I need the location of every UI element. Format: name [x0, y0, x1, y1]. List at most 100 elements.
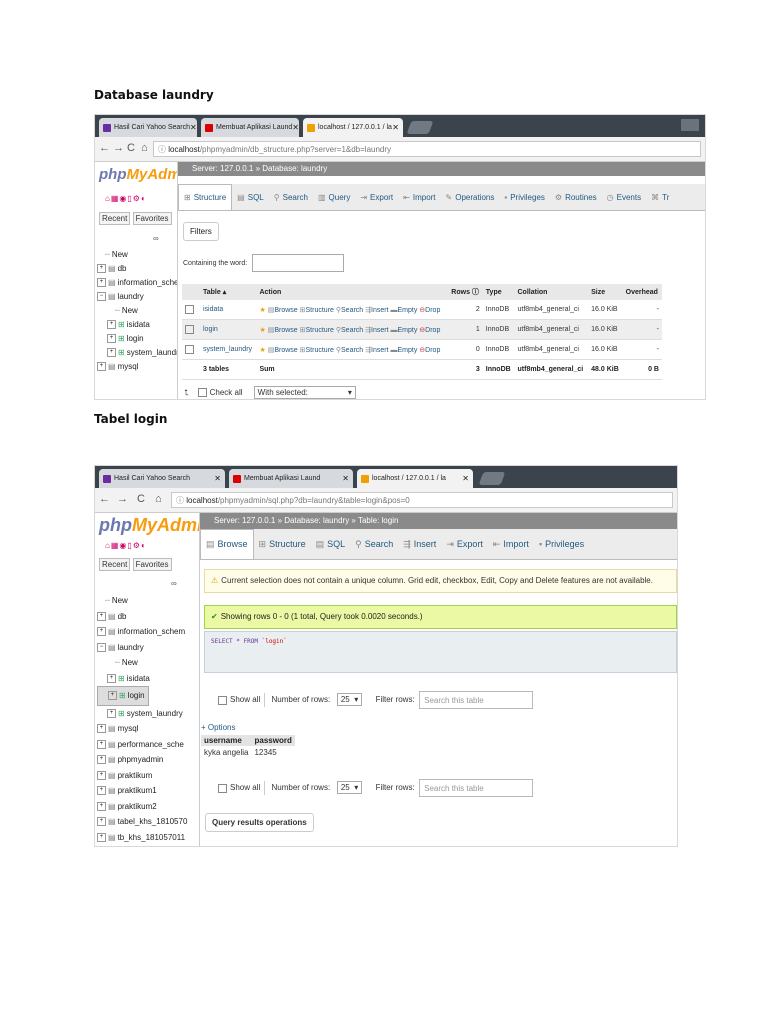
check-all-checkbox[interactable] [197, 388, 207, 398]
show-all-checkbox[interactable] [218, 695, 227, 705]
rows-per-page-select[interactable]: 25 ▾ [336, 781, 363, 795]
structure-action[interactable]: Structure [306, 307, 334, 314]
star-icon[interactable]: ★ [259, 347, 265, 354]
close-icon[interactable]: ✕ [462, 474, 469, 483]
close-icon[interactable]: ✕ [392, 123, 399, 132]
tree-item-new-table[interactable]: ┈ New [97, 655, 187, 671]
browser-tab-localhost[interactable]: localhost / 127.0.0.1 / la ✕ [303, 118, 403, 137]
table-link-login[interactable]: login [203, 326, 218, 333]
tab-sql[interactable]: ▤ SQL [311, 530, 351, 559]
empty-action[interactable]: Empty [398, 327, 418, 334]
empty-action[interactable]: Empty [398, 347, 418, 354]
tree-item-laundry[interactable]: − ▤ laundry [97, 290, 177, 304]
tree-item-mysql[interactable]: + ▤ mysql [97, 360, 177, 374]
window-control-button[interactable] [681, 119, 699, 131]
star-icon[interactable]: ★ [259, 327, 265, 334]
tree-item-new[interactable]: ┈ New [97, 593, 187, 609]
table-link-system-laundry[interactable]: system_laundry [203, 346, 252, 353]
browser-tab-yahoo[interactable]: Hasil Cari Yahoo Search ✕ [99, 118, 197, 137]
back-icon[interactable]: ← [99, 493, 110, 505]
tree-item-tabel-khs[interactable]: + ▤ tabel_khs_1810570 [97, 814, 187, 830]
tree-item-system-laundry[interactable]: + ⊞ system_laundry [97, 706, 187, 722]
filter-rows-input[interactable]: Search this table [419, 779, 534, 797]
favorites-button[interactable]: Favorites [132, 558, 172, 571]
insert-action[interactable]: Insert [371, 347, 389, 354]
tab-sql[interactable]: ▤ SQL [232, 185, 269, 210]
browser-tab-yahoo[interactable]: Hasil Cari Yahoo Search ✕ [99, 469, 225, 488]
close-icon[interactable]: ✕ [292, 123, 299, 132]
tab-structure[interactable]: ⊞ Structure [178, 184, 233, 210]
empty-action[interactable]: Empty [398, 307, 418, 314]
tab-browse[interactable]: ▤ Browse [200, 529, 254, 559]
link-icon[interactable]: ∞ [171, 579, 177, 588]
col-password[interactable]: password [251, 735, 295, 746]
toolbar-icons[interactable]: ⌂▦◉▯⚙◐ [105, 541, 147, 550]
back-icon[interactable]: ← [99, 142, 110, 154]
tab-events[interactable]: ◷ Events [602, 185, 646, 210]
phpmyadmin-logo[interactable]: phpMyAdmi [99, 515, 199, 536]
tab-insert[interactable]: ⇶ Insert [398, 530, 441, 559]
home-icon[interactable]: ⌂ [155, 493, 162, 505]
tab-structure[interactable]: ⊞ Structure [254, 530, 311, 559]
tree-item-praktikum2[interactable]: + ▤ praktikum2 [97, 799, 187, 815]
tab-export[interactable]: ⇥ Export [441, 530, 488, 559]
insert-action[interactable]: Insert [371, 327, 389, 334]
tree-item-tb-khs[interactable]: + ▤ tb_khs_181057011 [97, 830, 187, 846]
recent-button[interactable]: Recent [99, 212, 131, 225]
tree-item-information-schema[interactable]: +▤information_schem [97, 276, 177, 290]
link-icon[interactable]: ∞ [153, 234, 159, 243]
col-table[interactable]: Table ▴ [200, 284, 257, 300]
drop-action[interactable]: Drop [425, 307, 440, 314]
phpmyadmin-logo[interactable]: phpMyAdmi [99, 166, 177, 183]
close-icon[interactable]: ✕ [190, 123, 197, 132]
check-all-label[interactable]: Check all [210, 388, 243, 397]
url-field[interactable]: ⓘ localhost/phpmyadmin/sql.php?db=laundr… [171, 492, 673, 508]
structure-action[interactable]: Structure [306, 327, 334, 334]
drop-action[interactable]: Drop [425, 347, 440, 354]
tree-item-information-schema[interactable]: +▤information_schem [97, 624, 187, 640]
star-icon[interactable]: ★ [259, 307, 265, 314]
filter-rows-input[interactable]: Search this table [419, 691, 534, 709]
url-field[interactable]: ⓘ localhost/phpmyadmin/db_structure.php?… [153, 141, 701, 157]
tree-item-praktikum1[interactable]: + ▤ praktikum1 [97, 783, 187, 799]
tree-item-performance-schema[interactable]: + ▤ performance_sche [97, 737, 187, 753]
tab-privileges[interactable]: ▪ Privileges [534, 530, 589, 559]
tree-item-system-laundry[interactable]: + ⊞ system_laundry [97, 346, 177, 360]
tree-item-isidata[interactable]: + ⊞ isidata [97, 318, 177, 332]
home-icon[interactable]: ⌂ [141, 142, 148, 154]
drop-action[interactable]: Drop [425, 327, 440, 334]
tab-query[interactable]: ▥ Query [313, 185, 355, 210]
search-action[interactable]: Search [341, 347, 363, 354]
favorites-button[interactable]: Favorites [132, 212, 172, 225]
tab-import[interactable]: ⇤ Import [398, 185, 440, 210]
reload-icon[interactable]: C [137, 493, 145, 505]
options-link[interactable]: + Options [201, 723, 235, 732]
tree-item-mysql[interactable]: + ▤ mysql [97, 721, 187, 737]
tab-export[interactable]: ⇥ Export [355, 185, 398, 210]
containing-word-input[interactable] [252, 254, 344, 272]
browse-action[interactable]: Browse [274, 307, 297, 314]
browser-tab-localhost[interactable]: localhost / 127.0.0.1 / la ✕ [357, 469, 473, 488]
tree-item-login[interactable]: + ⊞ login [97, 686, 149, 706]
tree-item-laundry[interactable]: − ▤ laundry [97, 640, 187, 656]
recent-button[interactable]: Recent [99, 558, 131, 571]
tree-item-new[interactable]: ┈ New [97, 248, 177, 262]
tree-item-praktikum[interactable]: + ▤ praktikum [97, 768, 187, 784]
tab-search[interactable]: ⚲ Search [350, 530, 398, 559]
forward-icon[interactable]: → [113, 142, 124, 154]
forward-icon[interactable]: → [117, 493, 128, 505]
row-checkbox[interactable] [185, 305, 194, 314]
new-tab-button[interactable] [406, 121, 434, 134]
with-selected-dropdown[interactable]: With selected: ▾ [253, 386, 356, 399]
tab-search[interactable]: ⚲ Search [269, 185, 313, 210]
close-icon[interactable]: ✕ [214, 474, 221, 483]
close-icon[interactable]: ✕ [342, 474, 349, 483]
new-tab-button[interactable] [478, 472, 506, 485]
browser-tab-youtube[interactable]: Membuat Aplikasi Laund ✕ [229, 469, 353, 488]
row-checkbox[interactable] [185, 325, 194, 334]
toolbar-icons[interactable]: ⌂▦◉▯⚙◐ [105, 194, 147, 203]
tree-item-new-table[interactable]: ┈ New [97, 304, 177, 318]
tree-item-db[interactable]: + ▤ db [97, 609, 187, 625]
browser-tab-youtube[interactable]: Membuat Aplikasi Laund ✕ [201, 118, 299, 137]
tree-item-db[interactable]: + ▤ db [97, 262, 177, 276]
